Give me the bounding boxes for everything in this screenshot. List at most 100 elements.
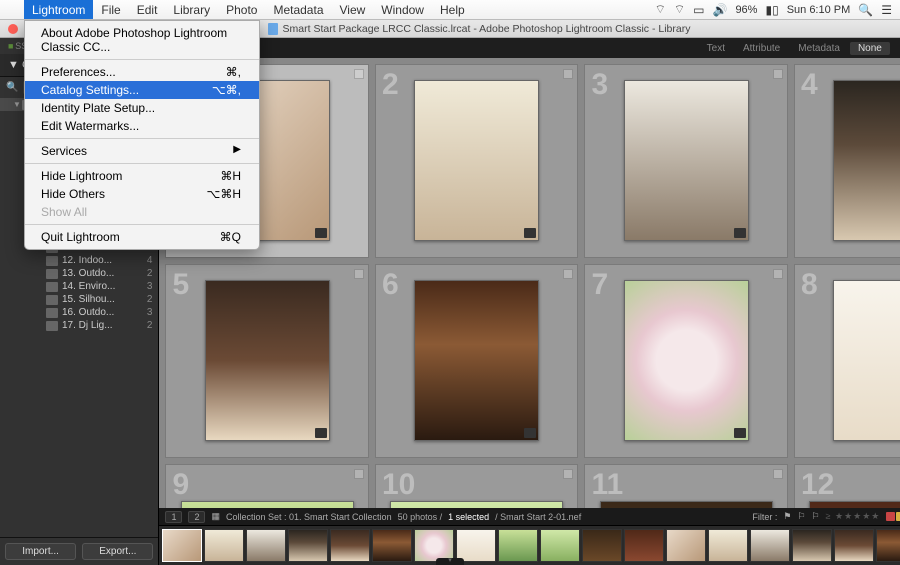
menu-catalog-settings[interactable]: Catalog Settings...⌥⌘, xyxy=(25,81,259,99)
grid-cell[interactable]: 11 xyxy=(584,464,788,508)
flag-icon[interactable] xyxy=(354,269,364,279)
menu-services[interactable]: Services▶ xyxy=(25,142,259,160)
rating-filter[interactable]: ≥ ★★★★★ xyxy=(826,511,881,522)
notification-center-icon[interactable]: ☰ xyxy=(881,3,892,17)
metadata-badge-icon[interactable] xyxy=(524,428,536,438)
menu-view[interactable]: View xyxy=(332,0,374,19)
tree-row[interactable]: 17. Dj Lig...2 xyxy=(0,319,158,332)
menu-preferences[interactable]: Preferences...⌘, xyxy=(25,63,259,81)
grid-cell[interactable]: 6 xyxy=(375,264,579,458)
filmstrip-thumb[interactable] xyxy=(288,529,328,562)
filter-tab-text[interactable]: Text xyxy=(699,42,733,55)
menubar-clock[interactable]: Sun 6:10 PM xyxy=(787,4,851,16)
color-swatch[interactable] xyxy=(896,512,900,521)
metadata-badge-icon[interactable] xyxy=(524,228,536,238)
filmstrip-thumb[interactable] xyxy=(624,529,664,562)
thumbnail[interactable] xyxy=(600,501,773,508)
grid-cell[interactable]: 12 xyxy=(794,464,900,508)
menu-help[interactable]: Help xyxy=(432,0,473,19)
grid-cell[interactable]: 10 xyxy=(375,464,579,508)
display-icon[interactable]: ▭ xyxy=(693,3,704,17)
filter-tab-none[interactable]: None xyxy=(850,42,890,55)
grid-cell[interactable]: 5 xyxy=(165,264,369,458)
thumbnail[interactable] xyxy=(809,501,900,508)
menu-hide-lightroom[interactable]: Hide Lightroom⌘H xyxy=(25,167,259,185)
filmstrip-thumb[interactable] xyxy=(708,529,748,562)
filmstrip-thumb[interactable] xyxy=(666,529,706,562)
menu-about[interactable]: About Adobe Photoshop Lightroom Classic … xyxy=(25,24,259,56)
spotlight-icon[interactable]: 🔍 xyxy=(858,3,873,17)
filmstrip-thumb[interactable] xyxy=(834,529,874,562)
flag-icon[interactable] xyxy=(773,269,783,279)
flag-filter-icon[interactable]: ⚐ xyxy=(812,511,820,522)
filmstrip-thumb[interactable] xyxy=(372,529,412,562)
color-label-filter[interactable] xyxy=(886,512,900,521)
filmstrip-thumb[interactable] xyxy=(750,529,790,562)
wifi-icon[interactable]: ⌔ xyxy=(674,2,685,17)
tree-row[interactable]: 16. Outdo...3 xyxy=(0,306,158,319)
filter-tab-attribute[interactable]: Attribute xyxy=(735,42,788,55)
filter-tab-metadata[interactable]: Metadata xyxy=(790,42,848,55)
metadata-badge-icon[interactable] xyxy=(734,228,746,238)
grid-cell[interactable]: 9 xyxy=(165,464,369,508)
flag-icon[interactable] xyxy=(773,469,783,479)
grid-cell[interactable]: 8 xyxy=(794,264,900,458)
menu-edit[interactable]: Edit xyxy=(129,0,166,19)
thumbnail[interactable] xyxy=(833,280,900,441)
bluetooth-icon[interactable]: ⌔ xyxy=(655,2,666,17)
flag-filter-icon[interactable]: ⚑ xyxy=(783,511,791,522)
app-menu[interactable]: Lightroom xyxy=(24,0,93,19)
thumbnail[interactable] xyxy=(414,80,539,241)
grid-cell[interactable]: 2 xyxy=(375,64,579,258)
metadata-badge-icon[interactable] xyxy=(734,428,746,438)
filmstrip-thumb[interactable] xyxy=(498,529,538,562)
grid-view-icon[interactable]: ▦ xyxy=(211,511,220,522)
filmstrip-thumb[interactable] xyxy=(582,529,622,562)
grid-cell[interactable]: 3 xyxy=(584,64,788,258)
view-mode-2[interactable]: 2 xyxy=(188,511,205,523)
flag-filter-icon[interactable]: ⚐ xyxy=(797,511,805,522)
metadata-badge-icon[interactable] xyxy=(315,428,327,438)
thumbnail[interactable] xyxy=(833,80,900,241)
tree-row[interactable]: 14. Enviro...3 xyxy=(0,280,158,293)
filmstrip-thumb[interactable] xyxy=(876,529,900,562)
thumbnail[interactable] xyxy=(624,280,749,441)
thumbnail[interactable] xyxy=(624,80,749,241)
flag-icon[interactable] xyxy=(563,469,573,479)
filmstrip-thumb[interactable] xyxy=(456,529,496,562)
filmstrip-thumb[interactable] xyxy=(792,529,832,562)
filmstrip-thumb[interactable] xyxy=(246,529,286,562)
filmstrip-thumb[interactable] xyxy=(540,529,580,562)
menu-photo[interactable]: Photo xyxy=(218,0,265,19)
filmstrip-collapse-handle[interactable]: ▾ xyxy=(436,558,464,565)
flag-icon[interactable] xyxy=(563,69,573,79)
filmstrip-thumb[interactable] xyxy=(162,529,202,562)
menu-edit-watermarks[interactable]: Edit Watermarks... xyxy=(25,117,259,135)
import-button[interactable]: Import... xyxy=(5,543,76,560)
menu-metadata[interactable]: Metadata xyxy=(265,0,331,19)
flag-icon[interactable] xyxy=(773,69,783,79)
flag-icon[interactable] xyxy=(563,269,573,279)
thumbnail[interactable] xyxy=(205,280,330,441)
tree-row[interactable]: 13. Outdo...2 xyxy=(0,267,158,280)
thumbnail[interactable] xyxy=(414,280,539,441)
menu-library[interactable]: Library xyxy=(165,0,218,19)
menu-hide-others[interactable]: Hide Others⌥⌘H xyxy=(25,185,259,203)
grid-cell[interactable]: 7 xyxy=(584,264,788,458)
grid-cell[interactable]: 4 xyxy=(794,64,900,258)
filmstrip-thumb[interactable] xyxy=(330,529,370,562)
tree-row[interactable]: 12. Indoo...4 xyxy=(0,254,158,267)
menu-file[interactable]: File xyxy=(93,0,128,19)
volume-icon[interactable]: 🔊 xyxy=(712,3,727,17)
menu-window[interactable]: Window xyxy=(373,0,432,19)
menu-quit[interactable]: Quit Lightroom⌘Q xyxy=(25,228,259,246)
filmstrip-thumb[interactable] xyxy=(204,529,244,562)
view-mode-1[interactable]: 1 xyxy=(165,511,182,523)
flag-icon[interactable] xyxy=(354,469,364,479)
export-button[interactable]: Export... xyxy=(82,543,153,560)
close-window-button[interactable] xyxy=(8,24,18,34)
metadata-badge-icon[interactable] xyxy=(315,228,327,238)
thumbnail[interactable] xyxy=(390,501,563,508)
color-swatch[interactable] xyxy=(886,512,895,521)
menu-identity-plate[interactable]: Identity Plate Setup... xyxy=(25,99,259,117)
